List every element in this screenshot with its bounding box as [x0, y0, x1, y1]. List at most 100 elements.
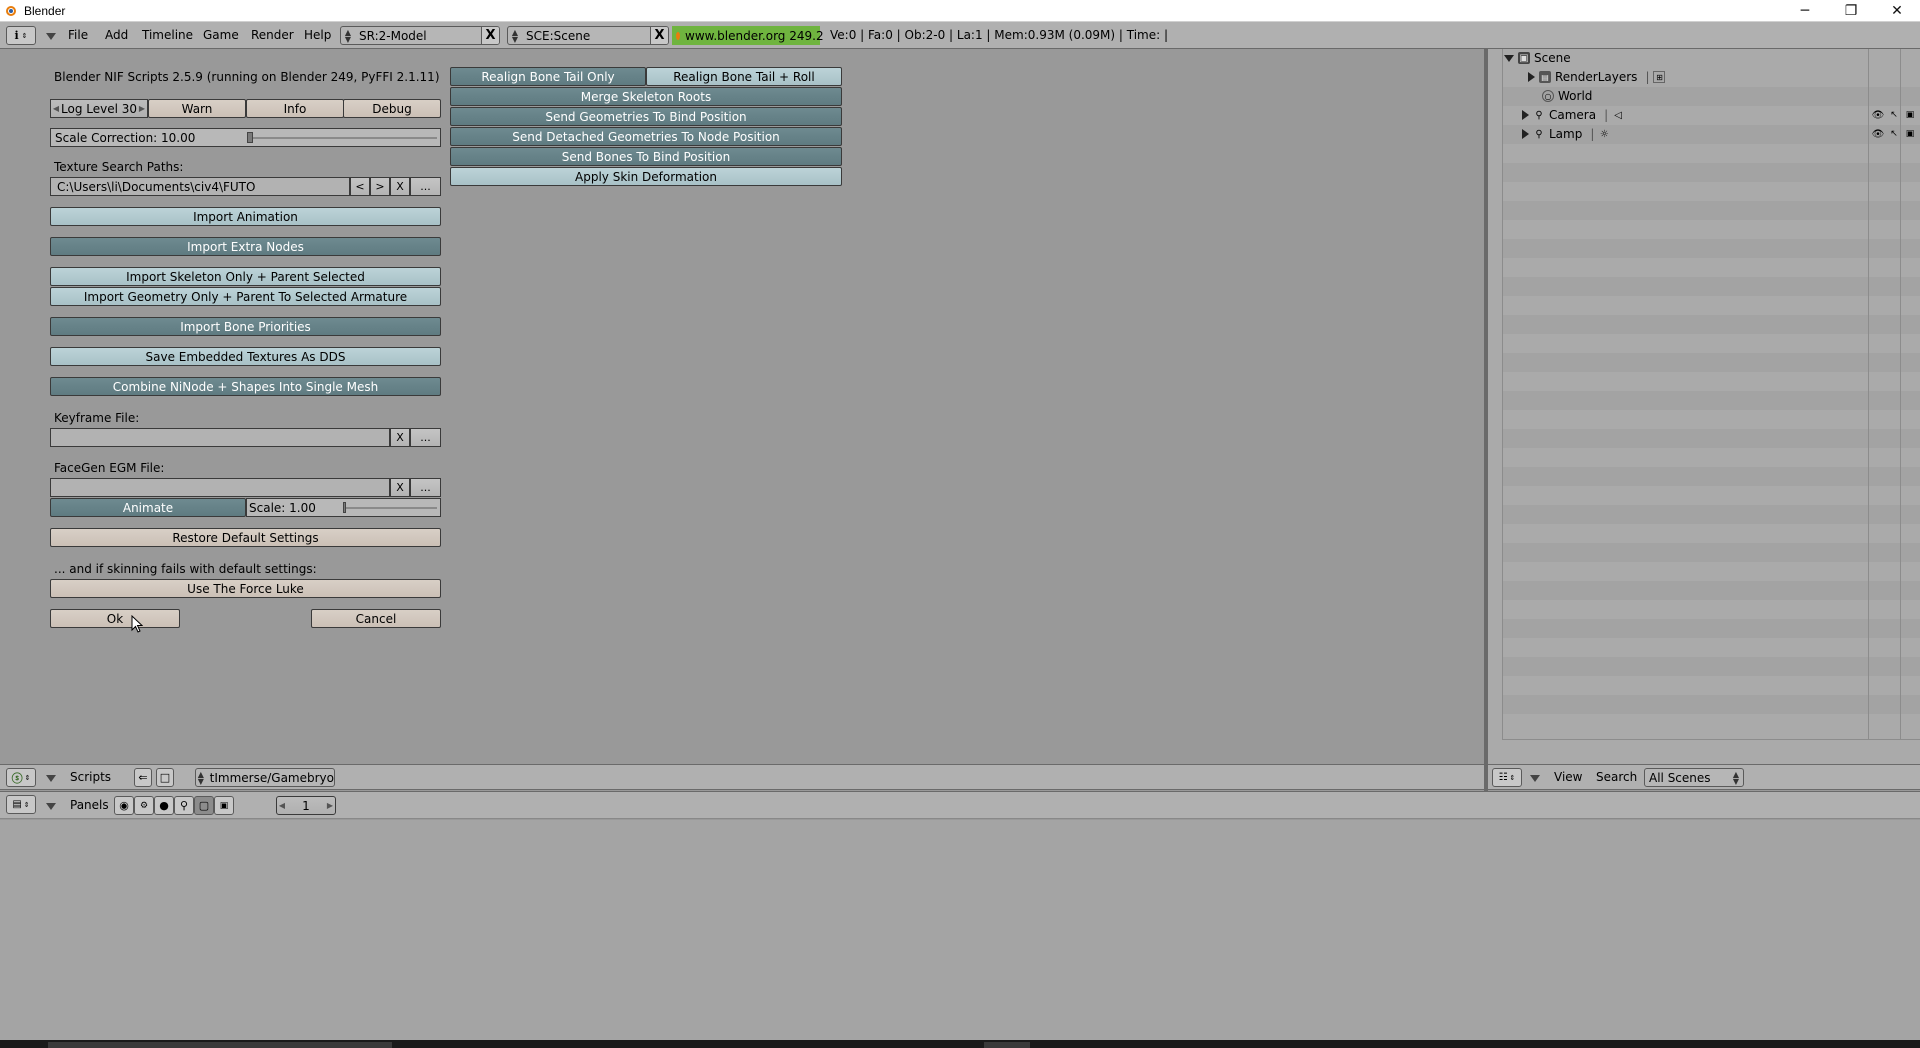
- import-bone-priorities-toggle[interactable]: Import Bone Priorities: [50, 317, 441, 336]
- apply-skin-deformation-toggle[interactable]: Apply Skin Deformation: [450, 167, 842, 186]
- frame-number-field[interactable]: ◀ 1 ▶: [276, 796, 336, 815]
- select-arrow-icon[interactable]: ↖: [1888, 128, 1900, 140]
- browse-facegen-button[interactable]: ...: [410, 478, 441, 497]
- logic-icon[interactable]: ◉: [114, 796, 134, 815]
- import-extra-nodes-toggle[interactable]: Import Extra Nodes: [50, 237, 441, 256]
- panels-menu[interactable]: Panels: [70, 797, 109, 814]
- cancel-button[interactable]: Cancel: [311, 609, 441, 628]
- ok-button[interactable]: Ok: [50, 609, 180, 628]
- visibility-eye-icon[interactable]: 👁: [1872, 128, 1885, 140]
- scene-selector[interactable]: ▲ ▼ SCE:Scene X: [507, 26, 669, 45]
- editing-icon[interactable]: ▢: [194, 796, 214, 815]
- outliner-item-renderlayers[interactable]: ▤ RenderLayers | ⊞: [1528, 68, 1669, 86]
- menu-add[interactable]: Add: [105, 27, 128, 44]
- restore-defaults-button[interactable]: Restore Default Settings: [50, 528, 441, 547]
- screen-name[interactable]: SR:2-Model: [355, 29, 481, 43]
- egm-scale-knob[interactable]: [343, 502, 346, 513]
- collapse-menu-icon[interactable]: [46, 33, 56, 40]
- screen-selector[interactable]: ▲ ▼ SR:2-Model X: [340, 26, 500, 45]
- debug-button[interactable]: Debug: [343, 99, 441, 118]
- outliner-item-camera[interactable]: ⚲ Camera | ◁: [1522, 106, 1628, 124]
- visibility-eye-icon[interactable]: 👁: [1872, 109, 1885, 121]
- script-icon[interactable]: ⚙: [134, 796, 154, 815]
- warn-button[interactable]: Warn: [148, 99, 246, 118]
- expand-triangle-icon[interactable]: [1522, 110, 1529, 120]
- scene-name[interactable]: SCE:Scene: [522, 29, 650, 43]
- outliner-item-world[interactable]: ○ World: [1538, 87, 1592, 105]
- browse-path-button[interactable]: ...: [410, 177, 441, 196]
- fullscreen-icon[interactable]: □: [156, 768, 174, 787]
- prev-path-button[interactable]: <: [350, 177, 370, 196]
- facegen-file-input[interactable]: [50, 478, 390, 497]
- menu-timeline[interactable]: Timeline: [142, 27, 193, 44]
- import-skeleton-only-toggle[interactable]: Import Skeleton Only + Parent Selected: [50, 267, 441, 286]
- outliner-item-scene[interactable]: ▣ Scene: [1504, 49, 1571, 67]
- info-button[interactable]: Info: [246, 99, 344, 118]
- realign-bone-tail-roll-toggle[interactable]: Realign Bone Tail + Roll: [646, 67, 842, 86]
- expand-triangle-icon[interactable]: [1528, 72, 1535, 82]
- collapse-menu-icon[interactable]: [46, 803, 56, 810]
- menu-game[interactable]: Game: [203, 27, 239, 44]
- combine-ninode-toggle[interactable]: Combine NiNode + Shapes Into Single Mesh: [50, 377, 441, 396]
- render-icon[interactable]: ▣: [1904, 109, 1916, 121]
- buttons-window-type-button[interactable]: ▤ ⇕: [6, 795, 36, 814]
- script-browse-field[interactable]: ▲ ▼ tImmerse/Gamebryo: [195, 768, 335, 787]
- script-name[interactable]: tImmerse/Gamebryo: [206, 771, 334, 785]
- clear-keyframe-button[interactable]: X: [390, 428, 410, 447]
- close-button[interactable]: ✕: [1874, 0, 1920, 22]
- animate-toggle[interactable]: Animate: [50, 498, 246, 517]
- send-bones-bind-toggle[interactable]: Send Bones To Bind Position: [450, 147, 842, 166]
- keyframe-file-input[interactable]: [50, 428, 390, 447]
- save-embedded-textures-toggle[interactable]: Save Embedded Textures As DDS: [50, 347, 441, 366]
- expand-triangle-icon[interactable]: [1522, 129, 1529, 139]
- outliner-item-lamp[interactable]: ⚲ Lamp | ☼: [1522, 125, 1614, 143]
- browse-keyframe-button[interactable]: ...: [410, 428, 441, 447]
- import-geometry-only-toggle[interactable]: Import Geometry Only + Parent To Selecte…: [50, 287, 441, 306]
- delete-scene-button[interactable]: X: [650, 27, 668, 44]
- decrement-arrow-icon[interactable]: ◀: [51, 104, 61, 113]
- outliner-label: World: [1558, 89, 1593, 103]
- texture-path-input[interactable]: C:\Users\li\Documents\civ4\FUTO: [50, 177, 350, 196]
- select-arrow-icon[interactable]: ↖: [1888, 109, 1900, 121]
- menu-render[interactable]: Render: [251, 27, 294, 44]
- delete-screen-button[interactable]: X: [481, 27, 499, 44]
- object-icon[interactable]: ⚲: [174, 796, 194, 815]
- import-animation-toggle[interactable]: Import Animation: [50, 207, 441, 226]
- clear-facegen-button[interactable]: X: [390, 478, 410, 497]
- search-menu[interactable]: Search: [1596, 769, 1637, 786]
- increment-arrow-icon[interactable]: ▶: [137, 104, 147, 113]
- collapse-menu-icon[interactable]: [1530, 775, 1540, 782]
- increment-arrow-icon[interactable]: ▶: [325, 801, 335, 810]
- scripts-window-type-button[interactable]: ⓢ ⇕: [6, 768, 36, 787]
- outliner-display-select[interactable]: All Scenes ▲ ▼: [1644, 768, 1744, 787]
- egm-scale-slider[interactable]: Scale: 1.00: [246, 498, 441, 517]
- log-level-field[interactable]: ◀ Log Level 30 ▶: [50, 99, 148, 118]
- menu-help[interactable]: Help: [304, 27, 331, 44]
- scale-correction-knob[interactable]: [247, 132, 253, 143]
- scale-correction-slider[interactable]: Scale Correction: 10.00: [50, 128, 441, 147]
- expand-triangle-icon[interactable]: [1504, 54, 1514, 62]
- realign-bone-tail-only-toggle[interactable]: Realign Bone Tail Only: [450, 67, 646, 86]
- use-force-luke-button[interactable]: Use The Force Luke: [50, 579, 441, 598]
- view-menu[interactable]: View: [1554, 769, 1582, 786]
- info-window-type-button[interactable]: i ⇕: [6, 26, 36, 45]
- decrement-arrow-icon[interactable]: ◀: [277, 801, 287, 810]
- next-path-button[interactable]: >: [370, 177, 390, 196]
- send-geometries-bind-toggle[interactable]: Send Geometries To Bind Position: [450, 107, 842, 126]
- shading-icon[interactable]: ●: [154, 796, 174, 815]
- outliner-scrollbar[interactable]: [1502, 739, 1920, 761]
- restore-button[interactable]: ❐: [1828, 0, 1874, 22]
- blender-url[interactable]: www.blender.org 249.2: [672, 26, 824, 45]
- outliner-display-value[interactable]: All Scenes: [1645, 771, 1729, 785]
- render-icon[interactable]: ▣: [1904, 128, 1916, 140]
- minimize-button[interactable]: ─: [1782, 0, 1828, 22]
- merge-skeleton-roots-toggle[interactable]: Merge Skeleton Roots: [450, 87, 842, 106]
- scripts-menu[interactable]: Scripts: [70, 769, 111, 786]
- clear-path-button[interactable]: X: [390, 177, 410, 196]
- scene-icon[interactable]: ▣: [214, 796, 234, 815]
- collapse-menu-icon[interactable]: [46, 775, 56, 782]
- outliner-window-type-button[interactable]: ☷ ⇕: [1492, 768, 1522, 787]
- menu-file[interactable]: File: [68, 27, 88, 44]
- back-arrow-icon[interactable]: ⇐: [134, 768, 152, 787]
- send-detached-geometries-toggle[interactable]: Send Detached Geometries To Node Positio…: [450, 127, 842, 146]
